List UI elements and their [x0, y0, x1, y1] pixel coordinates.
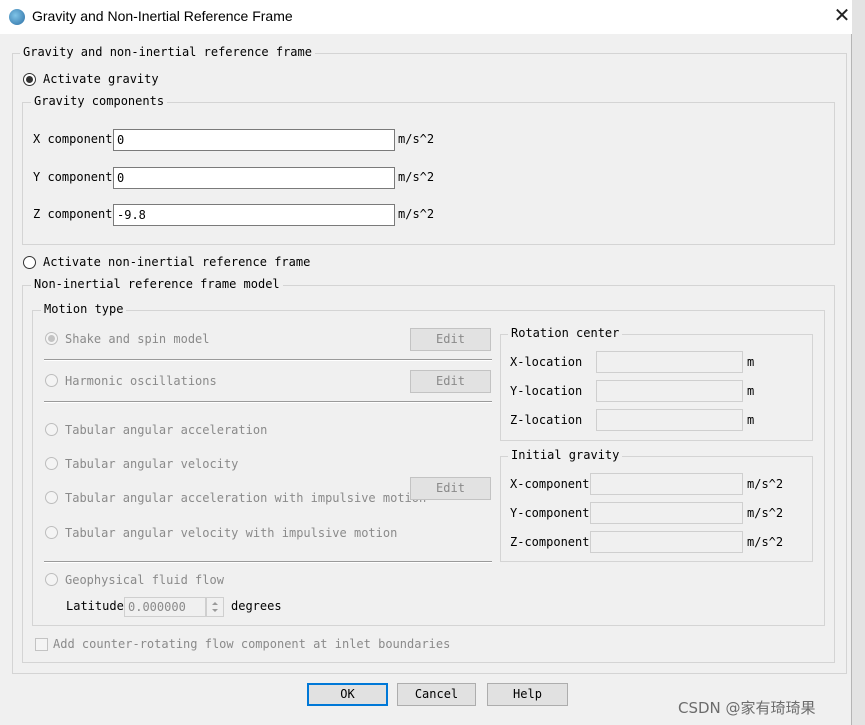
- z-component-ig-unit: m/s^2: [747, 535, 784, 549]
- activate-gravity-label: Activate gravity: [43, 72, 159, 86]
- y-location-field[interactable]: [596, 380, 743, 402]
- shake-spin-label: Shake and spin model: [65, 332, 210, 346]
- activate-noninertial-label: Activate non-inertial reference frame: [43, 255, 311, 269]
- y-component-ig-field[interactable]: [590, 502, 743, 524]
- gravity-frame-legend: Gravity and non-inertial reference frame: [20, 45, 315, 59]
- z-component-label: Z component: [33, 207, 113, 221]
- geophysical-label: Geophysical fluid flow: [65, 573, 224, 587]
- x-location-field[interactable]: [596, 351, 743, 373]
- x-component-ig-unit: m/s^2: [747, 477, 784, 491]
- title-bar: Gravity and Non-Inertial Reference Frame…: [0, 0, 852, 34]
- activate-noninertial-radio[interactable]: [23, 256, 36, 269]
- tab-ang-acc-imp-radio[interactable]: [45, 491, 58, 504]
- counter-rotating-checkbox[interactable]: [35, 638, 48, 651]
- z-location-label: Z-location: [510, 413, 583, 427]
- x-location-unit: m: [747, 355, 755, 369]
- motion-separator: [44, 359, 492, 361]
- ok-button[interactable]: OK: [307, 683, 388, 706]
- shake-spin-edit-button[interactable]: Edit: [410, 328, 491, 351]
- latitude-spinner[interactable]: [206, 597, 224, 617]
- tab-ang-vel-imp-label: Tabular angular velocity with impulsive …: [65, 526, 398, 540]
- cancel-button[interactable]: Cancel: [397, 683, 476, 706]
- tab-ang-vel-radio[interactable]: [45, 457, 58, 470]
- z-component-unit: m/s^2: [398, 207, 435, 221]
- tab-ang-vel-imp-radio[interactable]: [45, 526, 58, 539]
- initial-gravity-legend: Initial gravity: [508, 448, 623, 462]
- motion-separator: [44, 401, 492, 403]
- latitude-field[interactable]: 0.000000: [124, 597, 206, 617]
- help-button[interactable]: Help: [487, 683, 568, 706]
- tab-ang-acc-label: Tabular angular acceleration: [65, 423, 268, 437]
- close-icon[interactable]: ✕: [830, 4, 854, 28]
- noninertial-model-legend: Non-inertial reference frame model: [31, 277, 283, 291]
- y-location-unit: m: [747, 384, 755, 398]
- window-title: Gravity and Non-Inertial Reference Frame: [32, 8, 293, 24]
- z-component-ig-field[interactable]: [590, 531, 743, 553]
- rotation-center-legend: Rotation center: [508, 326, 623, 340]
- y-component-ig-label: Y-component: [510, 506, 590, 520]
- csdn-watermark: CSDN @家有琦琦果: [678, 699, 816, 717]
- shake-spin-radio[interactable]: [45, 332, 58, 345]
- x-component-field[interactable]: 0: [113, 129, 395, 151]
- latitude-unit: degrees: [231, 599, 282, 613]
- motion-separator: [44, 561, 492, 563]
- harmonic-edit-button[interactable]: Edit: [410, 370, 491, 393]
- app-globe-icon: [9, 9, 25, 25]
- harmonic-radio[interactable]: [45, 374, 58, 387]
- y-component-unit: m/s^2: [398, 170, 435, 184]
- x-component-ig-label: X-component: [510, 477, 590, 491]
- z-location-field[interactable]: [596, 409, 743, 431]
- y-component-field[interactable]: 0: [113, 167, 395, 189]
- tab-ang-acc-imp-label: Tabular angular acceleration with impuls…: [65, 491, 427, 505]
- z-location-unit: m: [747, 413, 755, 427]
- spinner-arrows-icon: [212, 602, 218, 612]
- y-location-label: Y-location: [510, 384, 583, 398]
- z-component-ig-label: Z-component: [510, 535, 590, 549]
- motion-type-legend: Motion type: [41, 302, 127, 316]
- activate-gravity-radio[interactable]: [23, 73, 36, 86]
- background-app-edge: [852, 0, 865, 725]
- x-component-unit: m/s^2: [398, 132, 435, 146]
- x-component-ig-field[interactable]: [590, 473, 743, 495]
- counter-rotating-label: Add counter-rotating flow component at i…: [53, 637, 451, 651]
- tab-ang-acc-radio[interactable]: [45, 423, 58, 436]
- tabular-edit-button[interactable]: Edit: [410, 477, 491, 500]
- x-component-label: X component: [33, 132, 113, 146]
- z-component-field[interactable]: -9.8: [113, 204, 395, 226]
- y-component-ig-unit: m/s^2: [747, 506, 784, 520]
- geophysical-radio[interactable]: [45, 573, 58, 586]
- gravity-components-legend: Gravity components: [31, 94, 168, 108]
- x-location-label: X-location: [510, 355, 583, 369]
- latitude-label: Latitude: [66, 599, 124, 613]
- y-component-label: Y component: [33, 170, 113, 184]
- harmonic-label: Harmonic oscillations: [65, 374, 217, 388]
- tab-ang-vel-label: Tabular angular velocity: [65, 457, 239, 471]
